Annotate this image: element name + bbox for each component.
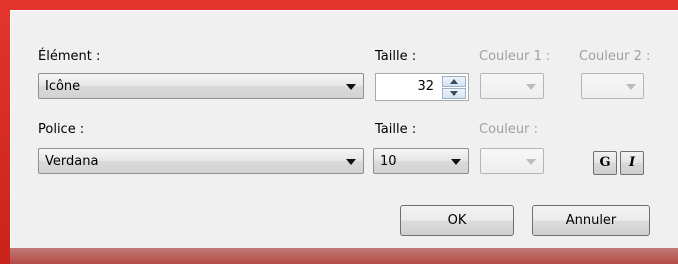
- dropdown-arrow-icon: [626, 84, 636, 90]
- font-select[interactable]: Verdana: [38, 148, 364, 174]
- color1-label: Couleur 1 :: [479, 49, 551, 64]
- font-size-select-value: 10: [380, 154, 397, 169]
- color1-select[interactable]: [480, 73, 544, 99]
- font-label: Police :: [38, 122, 85, 137]
- dropdown-arrow-icon: [346, 84, 356, 90]
- spin-up-button[interactable]: [442, 76, 466, 87]
- dropdown-arrow-icon: [451, 159, 461, 165]
- italic-button[interactable]: I: [620, 151, 644, 175]
- font-size-select[interactable]: 10: [373, 148, 469, 174]
- arrow-up-icon: [450, 79, 458, 84]
- font-select-value: Verdana: [45, 154, 99, 169]
- element-select-value: Icône: [45, 79, 81, 94]
- dropdown-arrow-icon: [526, 84, 536, 90]
- arrow-down-icon: [450, 91, 458, 96]
- ok-button[interactable]: OK: [400, 205, 514, 236]
- cancel-button[interactable]: Annuler: [532, 205, 650, 236]
- bold-button[interactable]: G: [593, 151, 617, 175]
- color-label: Couleur :: [479, 122, 538, 137]
- spin-down-button[interactable]: [442, 88, 466, 99]
- dropdown-arrow-icon: [526, 159, 536, 165]
- size-spinbox-value: 32: [417, 79, 434, 94]
- color2-select[interactable]: [581, 73, 644, 99]
- size-label: Taille :: [375, 49, 417, 64]
- dropdown-arrow-icon: [346, 159, 356, 165]
- window-bottom-edge: [10, 248, 678, 264]
- font-size-label: Taille :: [375, 122, 417, 137]
- color2-label: Couleur 2 :: [579, 49, 651, 64]
- size-spinbox[interactable]: 32: [375, 73, 469, 101]
- color-select[interactable]: [480, 148, 544, 174]
- element-select[interactable]: Icône: [38, 73, 364, 99]
- element-label: Élément :: [38, 49, 101, 64]
